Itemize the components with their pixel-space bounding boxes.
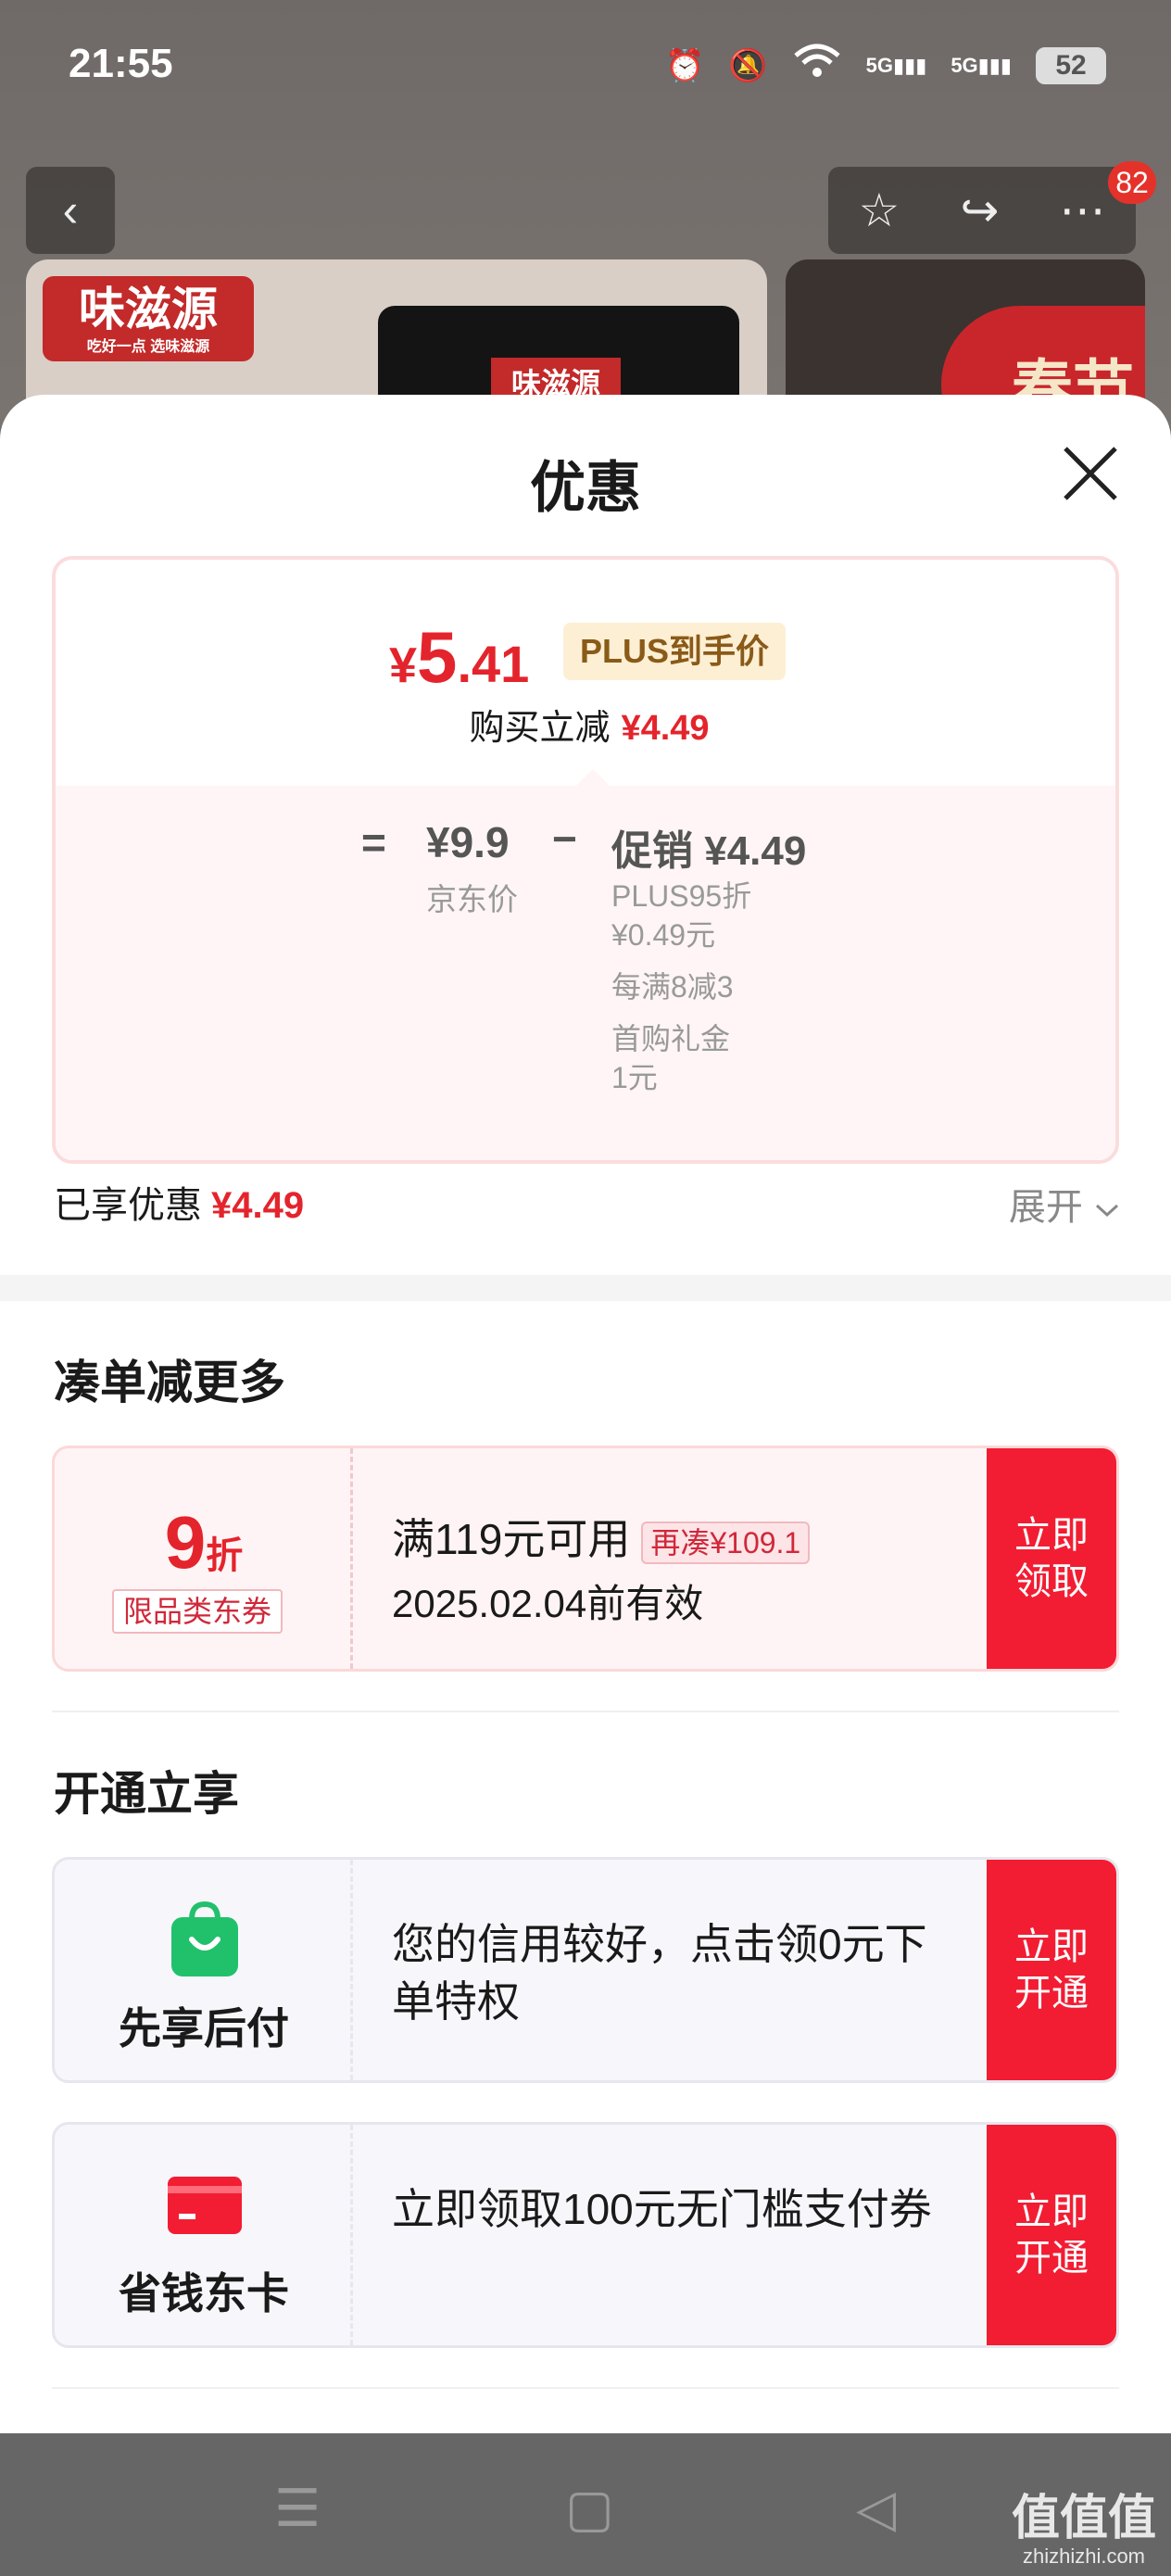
open-card-left: 先享后付 xyxy=(55,1860,353,2080)
brand-logo: 味滋源吃好一点 选味滋源 xyxy=(43,276,254,361)
alarm-icon: ⏰ xyxy=(664,47,705,83)
discount-unit: 折 xyxy=(206,1535,244,1576)
final-price-int: 5 xyxy=(417,616,458,698)
section-divider xyxy=(0,1275,1171,1301)
final-price-dec: .41 xyxy=(457,635,530,693)
divider-line xyxy=(52,2387,1119,2389)
status-bar: 21:55 ⏰ 🔕 5G▮▮▮ 5G▮▮▮ 52 xyxy=(0,0,1171,139)
instant-reduce: 购买立减 ¥4.49 xyxy=(56,699,1115,750)
section-title-open: 开通立享 xyxy=(54,1768,239,1820)
open-card-save-card: 省钱东卡 立即领取100元无门槛支付券 立即 开通 xyxy=(52,2122,1119,2348)
coupon-expiry: 2025.02.04前有效 xyxy=(392,1582,704,1625)
watermark-site: zhizhizhi.com xyxy=(1022,2544,1146,2568)
jd-price: ¥9.9 xyxy=(426,818,510,866)
top-action-group: ☆ ↪ ⋯ xyxy=(828,167,1136,254)
wifi-icon xyxy=(792,43,842,88)
promo-total: 促销 ¥4.49 xyxy=(611,828,807,874)
more-icon[interactable]: ⋯ xyxy=(1059,183,1105,237)
plus-price-tag: PLUS到手价 xyxy=(563,623,787,680)
open-card-left: 省钱东卡 xyxy=(55,2125,353,2345)
signal-icon: 5G▮▮▮ xyxy=(951,53,1012,77)
status-icons: ⏰ 🔕 5G▮▮▮ 5G▮▮▮ 52 xyxy=(665,43,1106,88)
status-time: 21:55 xyxy=(69,41,173,86)
battery-icon: 52 xyxy=(1036,46,1106,84)
chevron-left-icon: ‹ xyxy=(62,184,79,236)
share-icon[interactable]: ↪ xyxy=(960,183,999,237)
coupon-card: 9折 限品类东券 满119元可用 再凑¥109.1 2025.02.04前有效 立… xyxy=(52,1446,1119,1672)
expand-label: 展开 xyxy=(1008,1187,1083,1228)
coupon-left: 9折 限品类东券 xyxy=(55,1448,353,1669)
back-triangle-icon[interactable]: ◁ xyxy=(856,2478,896,2539)
divider-line xyxy=(52,1711,1119,1712)
brand-slogan: 吃好一点 选味滋源 xyxy=(86,339,210,355)
open-card-pay-later: 先享后付 您的信用较好，点击领0元下单特权 立即 开通 xyxy=(52,1857,1119,2083)
claim-coupon-button[interactable]: 立即 领取 xyxy=(987,1448,1116,1669)
coupon-type-tag: 限品类东券 xyxy=(112,1589,283,1634)
open-card-info: 您的信用较好，点击领0元下单特权 xyxy=(392,1860,948,2080)
pay-later-desc: 您的信用较好，点击领0元下单特权 xyxy=(392,1920,927,2026)
save-card-desc: 立即领取100元无门槛支付券 xyxy=(392,2185,932,2233)
card-icon xyxy=(168,2177,242,2234)
enjoyed-amount: ¥4.49 xyxy=(211,1185,305,1226)
price-summary-box: ¥5.41 PLUS到手价 购买立减 ¥4.49 = ¥9.9 京东价 − 促销 … xyxy=(52,556,1119,1164)
coupon-discount: 9折 xyxy=(55,1500,353,1585)
jd-price-label: 京东价 xyxy=(426,882,518,916)
instant-reduce-label: 购买立减 xyxy=(469,709,611,748)
promo-item: PLUS95折 ¥0.49元 xyxy=(611,879,752,952)
discount-sheet: 优惠 ¥5.41 PLUS到手价 购买立减 ¥4.49 = ¥9.9 京东价 − … xyxy=(0,395,1171,2433)
back-button[interactable]: ‹ xyxy=(26,167,115,254)
final-price: ¥5.41 xyxy=(389,615,529,700)
open-pay-later-button[interactable]: 立即 开通 xyxy=(987,1860,1116,2080)
close-button[interactable] xyxy=(1058,441,1123,506)
chevron-down-icon xyxy=(1095,1204,1119,1218)
discount-number: 9 xyxy=(164,1501,207,1584)
price-summary-top: ¥5.41 PLUS到手价 购买立减 ¥4.49 xyxy=(56,560,1115,786)
home-icon[interactable]: ▢ xyxy=(565,2478,614,2539)
menu-icon[interactable]: ☰ xyxy=(274,2478,321,2539)
promo-item: 首购礼金 1元 xyxy=(611,1022,731,1094)
enjoyed-discount: 已享优惠 ¥4.49 xyxy=(54,1175,304,1229)
close-icon xyxy=(1064,447,1117,500)
final-price-currency: ¥ xyxy=(389,638,418,693)
signal-icon: 5G▮▮▮ xyxy=(865,53,927,77)
save-card-label: 省钱东卡 xyxy=(119,2269,289,2317)
brand-logo-text: 味滋源 xyxy=(79,284,218,335)
add-more-badge: 再凑¥109.1 xyxy=(641,1521,811,1564)
shopping-bag-icon xyxy=(171,1900,238,1976)
mute-icon: 🔕 xyxy=(728,47,768,83)
equals-sign: = xyxy=(361,818,386,866)
sheet-title: 优惠 xyxy=(530,457,641,519)
coupon-info: 满119元可用 再凑¥109.1 2025.02.04前有效 xyxy=(392,1448,948,1669)
promo-item-list: PLUS95折 ¥0.49元 每满8减3 首购礼金 1元 xyxy=(611,877,889,1110)
star-icon[interactable]: ☆ xyxy=(859,183,900,237)
minus-sign: − xyxy=(552,814,577,863)
coupon-condition-text: 满119元可用 xyxy=(392,1515,631,1563)
pay-later-label: 先享后付 xyxy=(119,2004,289,2052)
box-notch xyxy=(576,769,610,786)
expand-button[interactable]: 展开 xyxy=(1009,1177,1121,1231)
coupon-condition: 满119元可用 再凑¥109.1 xyxy=(392,1506,811,1567)
promo-item: 每满8减3 xyxy=(611,970,734,1004)
enjoyed-label: 已享优惠 xyxy=(54,1185,202,1226)
system-nav-bar: ☰ ▢ ◁ xyxy=(0,2433,1171,2576)
section-title-more: 凑单减更多 xyxy=(54,1357,285,1408)
watermark-text: 值值值 xyxy=(1011,2492,1156,2545)
open-card-info: 立即领取100元无门槛支付券 xyxy=(392,2125,948,2345)
price-breakdown: = ¥9.9 京东价 − 促销 ¥4.49 PLUS95折 ¥0.49元 每满8… xyxy=(56,786,1115,1160)
open-save-card-button[interactable]: 立即 开通 xyxy=(987,2125,1116,2345)
watermark: 值值值 zhizhizhi.com xyxy=(1012,2493,1156,2569)
notification-badge: 82 xyxy=(1108,161,1156,204)
instant-reduce-amount: ¥4.49 xyxy=(621,709,710,748)
